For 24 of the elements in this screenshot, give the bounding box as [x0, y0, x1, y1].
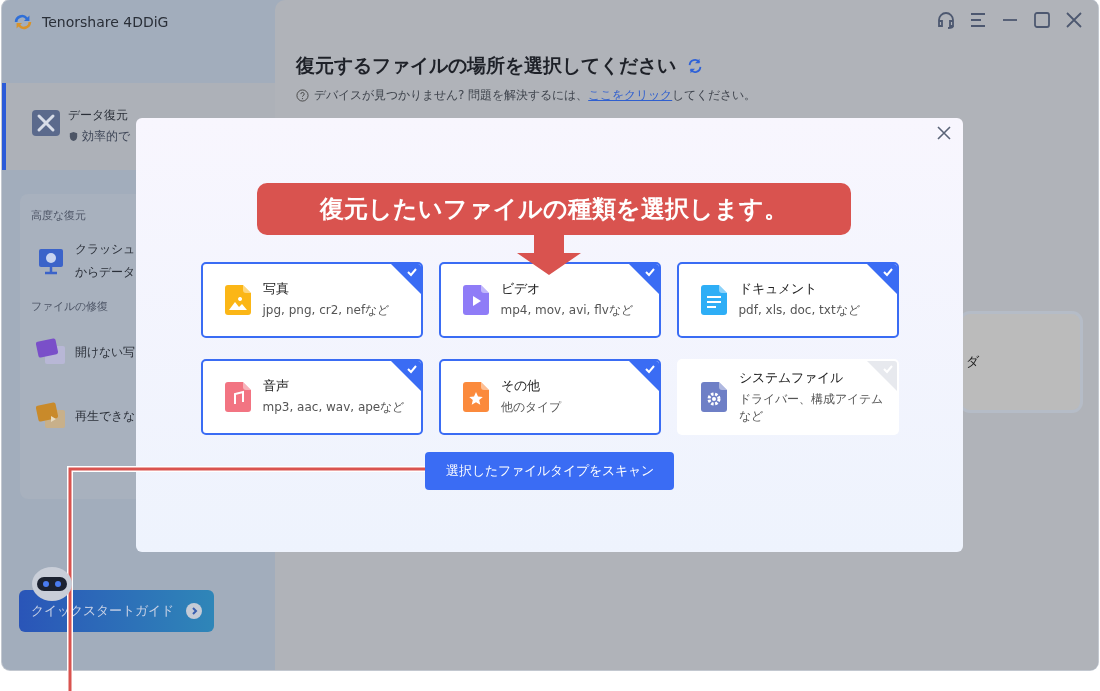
app-title: Tenorshare 4DDiG	[42, 14, 169, 30]
card-title: 写真	[262, 280, 290, 299]
card-label: ダ	[966, 353, 979, 371]
item-subtitle: 効率的で	[82, 128, 130, 145]
card-description: pdf, xls, doc, txtなど	[738, 302, 861, 320]
card-title: ドキュメント	[738, 280, 818, 299]
item-label: 開けない写	[75, 343, 135, 361]
item-title: データ復元	[68, 107, 129, 124]
card-description: jpg, png, cr2, nefなど	[262, 302, 391, 320]
card-title: その他	[500, 377, 541, 396]
item-label: 再生できな	[75, 407, 135, 425]
card-description: ドライバー、構成アイテムなど	[738, 390, 884, 425]
card-description: 他のタイプ	[500, 399, 563, 417]
section-heading: 高度な復元	[31, 208, 87, 223]
card-title: 音声	[262, 377, 290, 396]
help-text: デバイスが見つかりません? 問題を解決するには、ここをクリック してください。	[314, 87, 757, 104]
card-description: mp4, mov, avi, flvなど	[500, 302, 634, 320]
card-description: mp3, aac, wav, apeなど	[262, 399, 406, 417]
card-title: システムファイル	[738, 368, 844, 387]
page-title: 復元するファイルの場所を選択してください	[296, 53, 676, 78]
item-label: からデータ	[75, 264, 135, 281]
callout-banner: 復元したいファイルの種類を選択します。	[257, 183, 851, 235]
card-title: ビデオ	[500, 280, 541, 299]
item-label: クラッシュ	[75, 241, 135, 258]
